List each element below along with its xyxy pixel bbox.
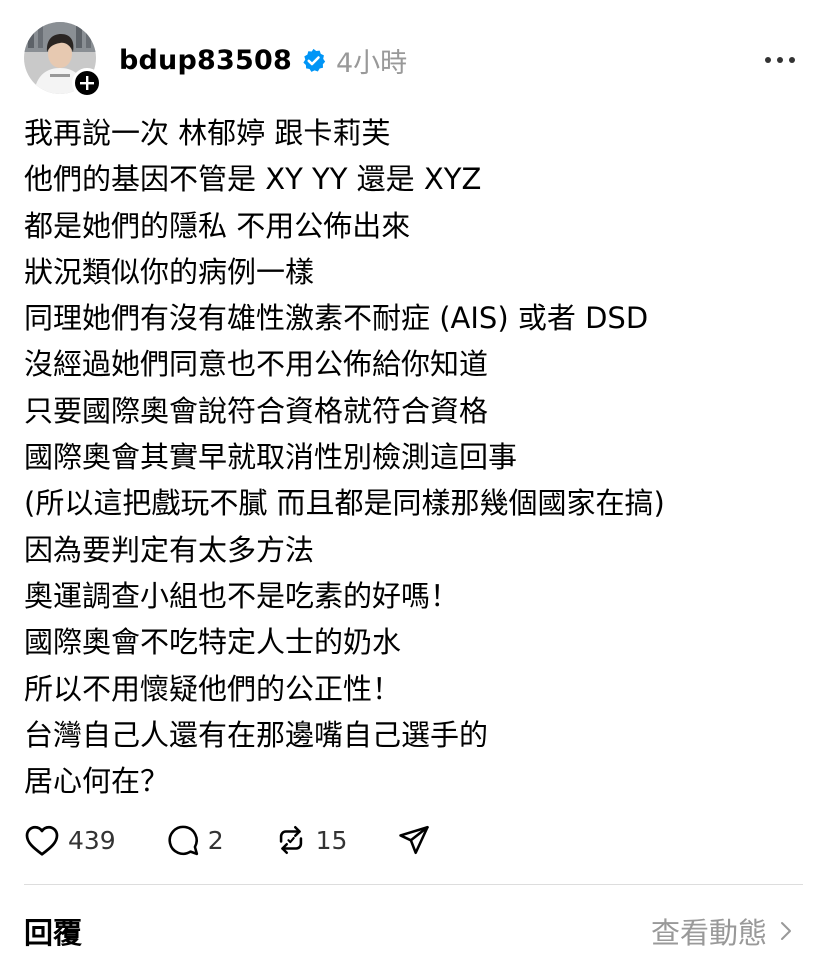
plus-icon xyxy=(80,76,94,90)
divider xyxy=(24,884,803,885)
post-body: 我再說一次 林郁婷 跟卡莉芙 他們的基因不管是 XY YY 還是 XYZ 都是她… xyxy=(24,110,804,804)
post-text-line: 只要國際奧會說符合資格就符合資格 xyxy=(24,393,489,428)
dot xyxy=(789,57,795,63)
post-text-line: 沒經過她們同意也不用公佈給你知道 xyxy=(24,347,489,382)
username-link[interactable]: bdup83508 xyxy=(119,45,292,76)
send-icon xyxy=(399,825,430,855)
post-text-line: 我再說一次 林郁婷 跟卡莉芙 xyxy=(24,116,391,150)
post-text-line: 因為要判定有太多方法 xyxy=(24,532,315,567)
thread-post: bdup83508 4小時 我再說一次 林郁婷 跟卡莉芙 他們的基因不管是 XY… xyxy=(0,0,827,965)
post-text-line: (所以這把戲玩不膩 而且都是同樣那幾個國家在搞) xyxy=(24,486,665,521)
like-button[interactable]: 439 xyxy=(24,823,116,857)
avatar-container[interactable] xyxy=(24,22,102,98)
post-text-line: 他們的基因不管是 XY YY 還是 XYZ xyxy=(24,162,482,197)
post-text-line: 國際奧會其實早就取消性別檢測這回事 xyxy=(24,440,518,475)
dot xyxy=(765,57,771,63)
reply-button[interactable]: 2 xyxy=(166,823,224,857)
comment-icon xyxy=(168,825,198,856)
repost-button[interactable]: 15 xyxy=(274,823,348,857)
post-text-line: 台灣自己人還有在那邊嘴自己選手的 xyxy=(24,717,489,752)
verified-badge-icon xyxy=(303,48,326,72)
view-activity-link[interactable]: 查看動態 xyxy=(651,910,793,952)
repost-icon xyxy=(279,825,302,855)
repost-count: 15 xyxy=(315,825,348,855)
heart-icon xyxy=(25,825,59,856)
like-count: 439 xyxy=(68,825,116,855)
chevron-right-icon xyxy=(781,922,791,940)
dot xyxy=(777,57,783,63)
post-text-line: 都是她們的隱私 不用公佈出來 xyxy=(24,208,411,243)
share-button[interactable] xyxy=(397,823,431,857)
post-text-line: 居心何在？ xyxy=(24,764,170,799)
reply-count: 2 xyxy=(207,825,224,855)
post-text-line: 同理她們有沒有雄性激素不耐症 (AIS) 或者 DSD xyxy=(24,301,649,336)
post-actions: 439 2 15 xyxy=(24,818,481,862)
post-text-line: 所以不用懷疑他們的公正性！ xyxy=(24,671,402,706)
post-header: bdup83508 4小時 xyxy=(119,40,407,80)
post-text-line: 奧運調查小組也不是吃素的好嗎！ xyxy=(24,578,460,613)
post-text-line: 國際奧會不吃特定人士的奶水 xyxy=(24,625,402,660)
post-time: 4小時 xyxy=(335,47,408,79)
follow-button[interactable] xyxy=(72,68,102,98)
replies-heading: 回覆 xyxy=(24,916,83,950)
post-text-line: 狀況類似你的病例一樣 xyxy=(24,254,315,289)
more-horizontal-icon[interactable] xyxy=(765,50,795,70)
view-activity-label: 查看動態 xyxy=(650,916,767,950)
